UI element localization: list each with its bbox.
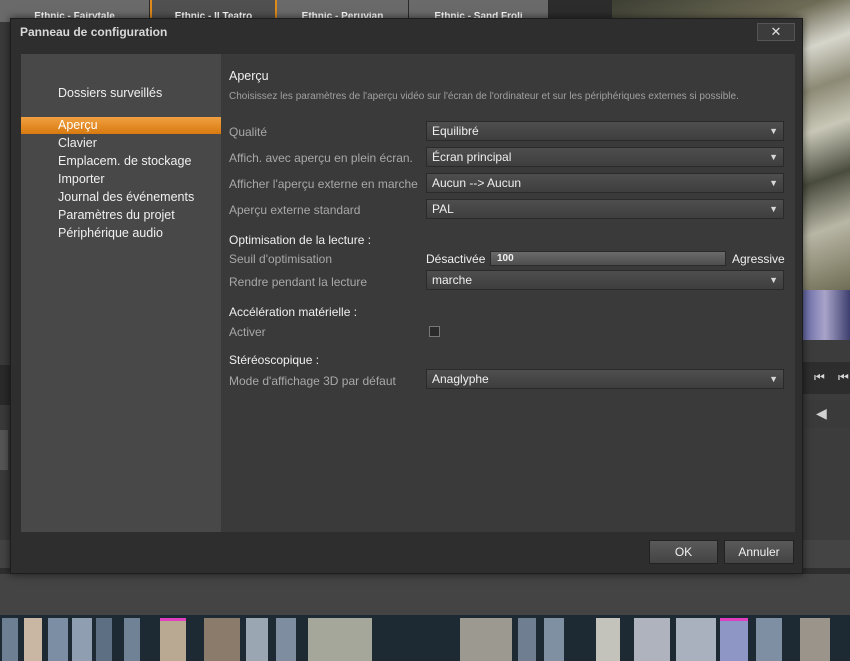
- external-standard-select[interactable]: PAL ▼: [426, 199, 784, 219]
- quality-value: Equilibré: [432, 124, 479, 138]
- filmstrip-clip[interactable]: [596, 618, 620, 661]
- filmstrip-clip[interactable]: [48, 618, 68, 661]
- filmstrip-clip[interactable]: [204, 618, 240, 661]
- external-standard-label: Aperçu externe standard: [229, 203, 361, 217]
- stereo-section-heading: Stéréoscopique :: [229, 353, 320, 367]
- threshold-slider-fill: [491, 252, 725, 265]
- nav-item-project-settings[interactable]: Paramètres du projet: [21, 207, 221, 224]
- mode3d-select[interactable]: Anaglyphe ▼: [426, 369, 784, 389]
- section-title: Aperçu: [229, 69, 269, 83]
- chevron-down-icon: ▼: [769, 178, 778, 188]
- render-playback-value: marche: [432, 273, 473, 287]
- chevron-down-icon: ▼: [769, 126, 778, 136]
- filmstrip-clip[interactable]: [276, 618, 296, 661]
- nav-item-event-log[interactable]: Journal des événements: [21, 189, 221, 206]
- dialog-title: Panneau de configuration: [20, 25, 168, 39]
- fullscreen-preview-select[interactable]: Écran principal ▼: [426, 147, 784, 167]
- quality-label: Qualité: [229, 125, 268, 139]
- render-playback-select[interactable]: marche ▼: [426, 270, 784, 290]
- fullscreen-preview-label: Affich. avec aperçu en plein écran.: [229, 151, 413, 165]
- external-preview-select[interactable]: Aucun --> Aucun ▼: [426, 173, 784, 193]
- nav-item-keyboard[interactable]: Clavier: [21, 135, 221, 152]
- filmstrip-clip[interactable]: [676, 618, 716, 661]
- filmstrip-clip-selected[interactable]: [720, 618, 748, 661]
- filmstrip-clip-selected[interactable]: [160, 618, 186, 661]
- close-icon[interactable]: ✕: [757, 23, 795, 41]
- step-back-icon[interactable]: ⏮: [838, 371, 849, 383]
- nav-item-import[interactable]: Importer: [21, 171, 221, 188]
- threshold-value: 100: [497, 253, 514, 264]
- video-preview-detail: [800, 290, 850, 340]
- timeline-edge: [0, 365, 10, 405]
- threshold-min-label: Désactivée: [426, 252, 486, 266]
- activate-label: Activer: [229, 325, 266, 339]
- section-description: Choisissez les paramètres de l'aperçu vi…: [229, 91, 739, 102]
- filmstrip-clip[interactable]: [72, 618, 92, 661]
- mode3d-label: Mode d'affichage 3D par défaut: [229, 374, 396, 388]
- mode3d-value: Anaglyphe: [432, 372, 489, 386]
- filmstrip-clip[interactable]: [24, 618, 42, 661]
- player-toolbar: ◀: [800, 400, 850, 428]
- chevron-down-icon: ▼: [769, 152, 778, 162]
- threshold-max-label: Agressive: [732, 252, 785, 266]
- hw-accel-section-heading: Accélération matérielle :: [229, 305, 358, 319]
- nav-item-watched-folders[interactable]: Dossiers surveillés: [21, 85, 221, 102]
- filmstrip-clip[interactable]: [124, 618, 140, 661]
- timeline-tools: [0, 430, 8, 470]
- settings-nav: Dossiers surveillés Aperçu Clavier Empla…: [21, 54, 221, 532]
- transport-bar: ⏮ ⏮: [800, 362, 850, 394]
- filmstrip-clip[interactable]: [96, 618, 112, 661]
- chevron-down-icon: ▼: [769, 204, 778, 214]
- fullscreen-preview-value: Écran principal: [432, 150, 512, 164]
- threshold-label: Seuil d'optimisation: [229, 252, 333, 266]
- chevron-down-icon: ▼: [769, 275, 778, 285]
- filmstrip-clip[interactable]: [756, 618, 782, 661]
- filmstrip-clip[interactable]: [518, 618, 536, 661]
- activate-checkbox[interactable]: [429, 326, 440, 337]
- external-preview-label: Afficher l'aperçu externe en marche: [229, 177, 418, 191]
- external-standard-value: PAL: [432, 202, 454, 216]
- threshold-slider[interactable]: 100: [490, 251, 726, 266]
- filmstrip-clip[interactable]: [308, 618, 372, 661]
- render-playback-label: Rendre pendant la lecture: [229, 275, 368, 289]
- nav-item-storage-locations[interactable]: Emplacem. de stockage: [21, 153, 221, 170]
- playback-section-heading: Optimisation de la lecture :: [229, 233, 372, 247]
- skip-back-icon[interactable]: ⏮: [814, 371, 825, 383]
- filmstrip-clip[interactable]: [2, 618, 18, 661]
- filmstrip-clip[interactable]: [800, 618, 830, 661]
- quality-select[interactable]: Equilibré ▼: [426, 121, 784, 141]
- filmstrip-clip[interactable]: [544, 618, 564, 661]
- back-arrow-icon[interactable]: ◀: [816, 406, 827, 420]
- cancel-button[interactable]: Annuler: [724, 540, 794, 564]
- external-preview-value: Aucun --> Aucun: [432, 176, 522, 190]
- settings-content: Aperçu Choisissez les paramètres de l'ap…: [221, 54, 795, 532]
- ok-button[interactable]: OK: [649, 540, 718, 564]
- nav-item-preview[interactable]: Aperçu: [21, 117, 221, 134]
- filmstrip-clip[interactable]: [460, 618, 512, 661]
- nav-item-audio-device[interactable]: Périphérique audio: [21, 225, 221, 242]
- filmstrip-clip[interactable]: [246, 618, 268, 661]
- filmstrip-clip[interactable]: [634, 618, 670, 661]
- chevron-down-icon: ▼: [769, 374, 778, 384]
- config-dialog: Panneau de configuration ✕ Dossiers surv…: [10, 18, 803, 574]
